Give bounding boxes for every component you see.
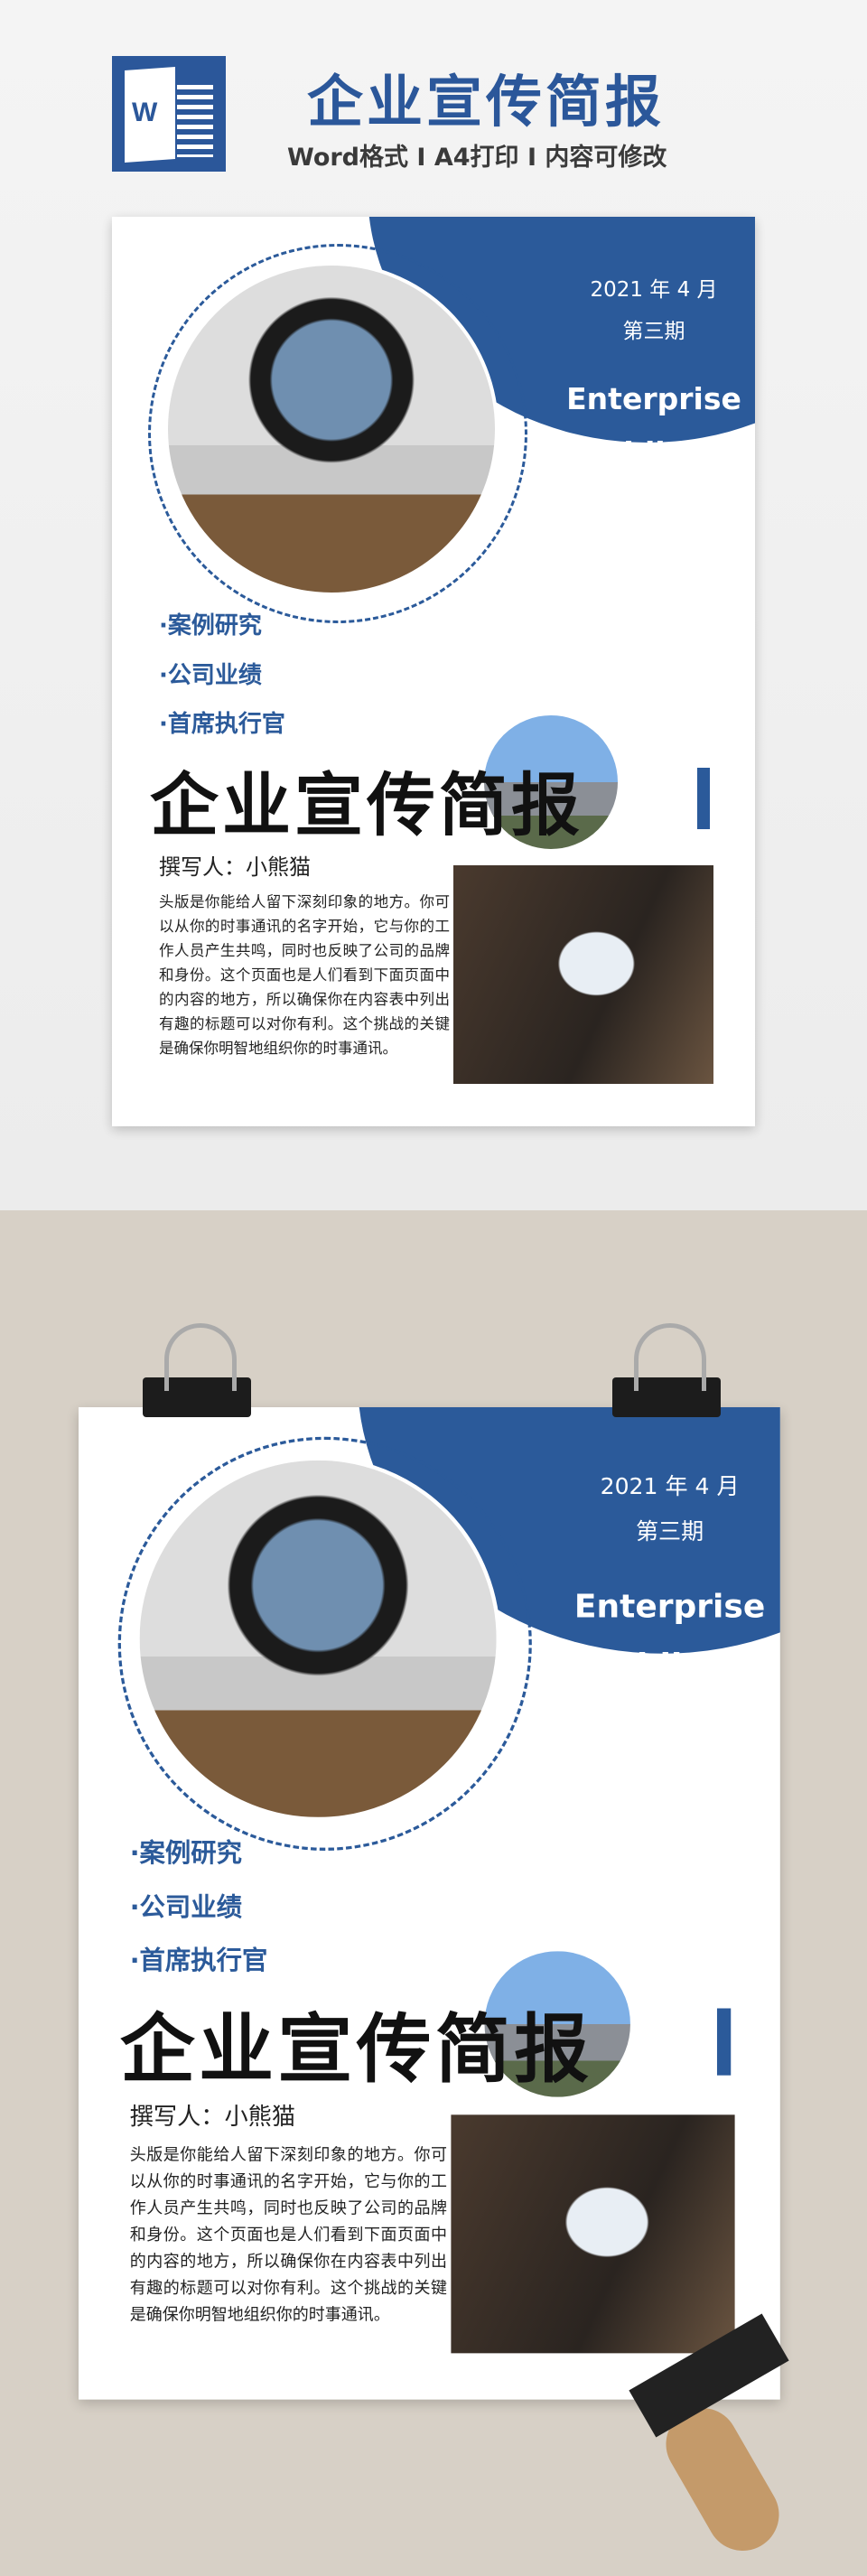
- en-line: publicity: [581, 435, 727, 471]
- english-title: Enterprise publicity briefing: [552, 1577, 780, 1754]
- en-line: Enterprise: [573, 1586, 766, 1626]
- bullet-item: ·案例研究: [129, 1838, 242, 1869]
- header-title: 企业宣传简报: [307, 69, 666, 135]
- poster-card-mockup: 2021 年 4 月第三期 Enterprise publicity briefin…: [79, 1407, 780, 2400]
- author: 撰写人：小熊猫: [129, 2103, 296, 2131]
- poster-card: 2021 年 4 月第三期 Enterprise publicity briefin…: [112, 217, 755, 1126]
- body-paragraph: 头版是你能给人留下深刻印象的地方。你可以从你的时事通讯的名字开始，它与你的工作人…: [159, 893, 450, 1057]
- word-letter: W: [132, 98, 158, 127]
- title-bar: [697, 768, 710, 829]
- issue-date: 2021 年 4 月第三期: [564, 269, 744, 352]
- bullet-item: ·公司业绩: [129, 1892, 242, 1923]
- en-line: briefing: [598, 1704, 741, 1744]
- poster-title: 企业宣传简报: [119, 2005, 593, 2094]
- en-line: briefing: [588, 490, 720, 525]
- laptop-photo: [135, 1456, 500, 1822]
- word-icon: W: [112, 56, 226, 172]
- issue: 第三期: [635, 1519, 704, 1545]
- binder-clip: [143, 1323, 251, 1417]
- title-bar: [716, 2008, 732, 2076]
- issue: 第三期: [622, 320, 685, 343]
- en-line: publicity: [590, 1646, 750, 1685]
- bullet-item: ·首席执行官: [129, 1946, 268, 1976]
- bullet-item: ·公司业绩: [159, 662, 262, 689]
- english-title: Enterprise publicity briefing: [545, 372, 755, 535]
- date: 2021 年 4 月: [590, 278, 718, 302]
- author: 撰写人：小熊猫: [159, 854, 311, 880]
- bullet-item: ·首席执行官: [159, 711, 285, 738]
- tablet-photo: [453, 865, 713, 1084]
- body-paragraph: 头版是你能给人留下深刻印象的地方。你可以从你的时事通讯的名字开始，它与你的工作人…: [129, 2145, 448, 2324]
- issue-date: 2021 年 4 月第三期: [572, 1464, 769, 1554]
- laptop-photo: [164, 262, 499, 596]
- header-subtitle: Word格式 I A4打印 I 内容可修改: [287, 144, 667, 172]
- bullet-item: ·案例研究: [159, 612, 262, 639]
- binder-clip: [612, 1323, 721, 1417]
- en-line: Enterprise: [566, 381, 741, 416]
- poster-title: 企业宣传简报: [150, 765, 583, 845]
- date: 2021 年 4 月: [600, 1474, 740, 1500]
- tablet-photo: [451, 2114, 735, 2354]
